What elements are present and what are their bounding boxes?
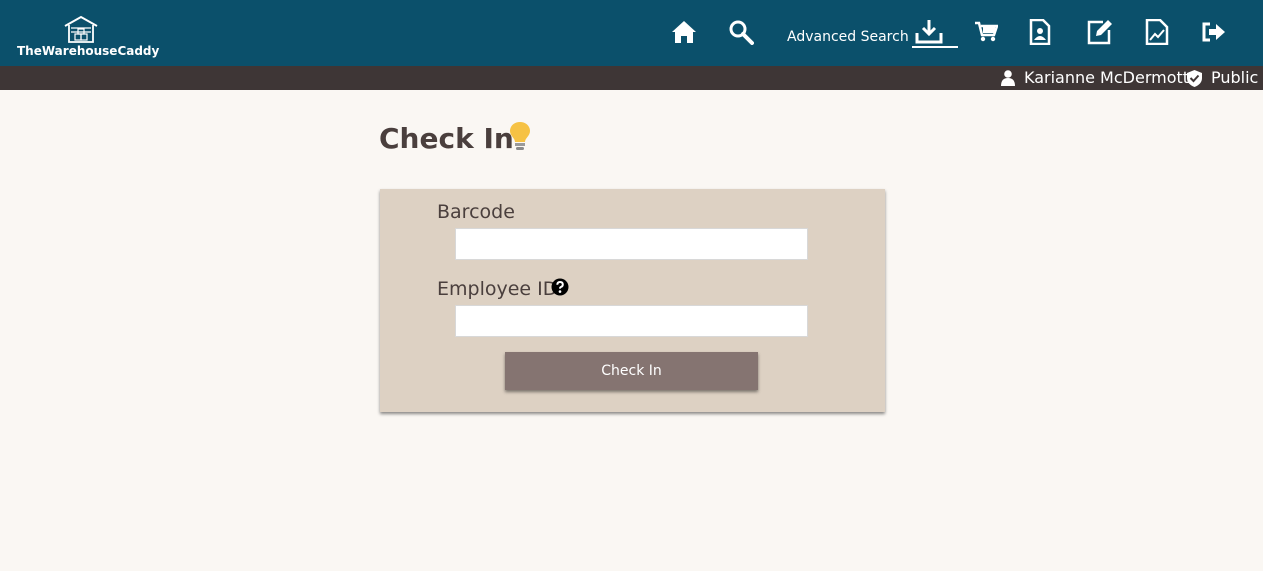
lightbulb-icon[interactable] xyxy=(509,121,531,151)
top-navbar: TheWarehouseCaddy Advanced Search xyxy=(0,0,1263,66)
advanced-search-link[interactable]: Advanced Search xyxy=(787,29,909,45)
check-in-form: Barcode Employee ID Check In xyxy=(380,189,885,412)
check-in-icon[interactable] xyxy=(915,16,943,48)
logo-text: TheWarehouseCaddy xyxy=(17,44,160,58)
document-icon[interactable] xyxy=(1026,16,1054,48)
user-name[interactable]: Karianne McDermott xyxy=(1024,68,1189,87)
barcode-label: Barcode xyxy=(437,201,515,223)
warehouse-icon xyxy=(64,15,98,43)
report-icon[interactable] xyxy=(1143,16,1171,48)
logout-icon[interactable] xyxy=(1200,16,1228,48)
home-icon[interactable] xyxy=(670,16,698,48)
user-role[interactable]: Public xyxy=(1211,68,1258,87)
search-icon[interactable] xyxy=(727,16,755,48)
user-bar: Karianne McDermott Public xyxy=(0,66,1263,90)
app-logo[interactable]: TheWarehouseCaddy xyxy=(15,15,159,61)
edit-icon[interactable] xyxy=(1086,16,1114,48)
check-in-button[interactable]: Check In xyxy=(505,352,758,390)
active-nav-indicator xyxy=(912,46,958,48)
barcode-input[interactable] xyxy=(455,228,808,260)
shield-check-icon xyxy=(1187,70,1202,87)
cart-icon[interactable] xyxy=(972,16,1000,48)
user-icon xyxy=(1001,70,1015,86)
employee-id-input[interactable] xyxy=(455,305,808,337)
help-icon[interactable] xyxy=(551,278,569,296)
page-title: Check In xyxy=(379,122,514,155)
employee-id-label: Employee ID xyxy=(437,278,558,300)
